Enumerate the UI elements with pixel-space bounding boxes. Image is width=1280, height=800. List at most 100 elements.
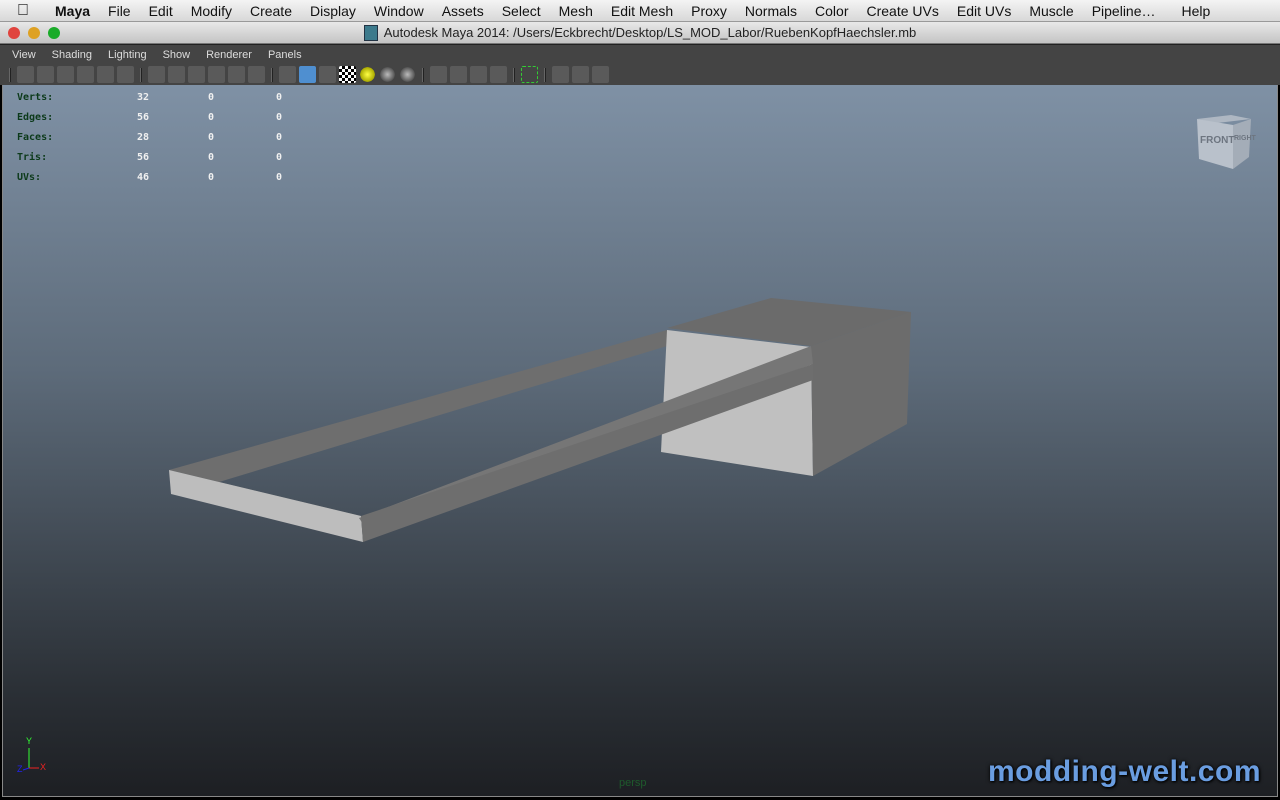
hud-label: Edges: (17, 111, 54, 123)
hud-value: 0 (275, 131, 283, 143)
viewcube[interactable]: FRONT RIGHT (1187, 107, 1259, 175)
hud-row: Faces: 28 0 0 (17, 127, 313, 147)
hud-row: Verts: 32 0 0 (17, 87, 313, 107)
image-plane-icon[interactable] (77, 66, 94, 83)
hud-value: 0 (207, 151, 215, 163)
panel-menu-renderer[interactable]: Renderer (198, 49, 260, 61)
xray-active-icon[interactable] (572, 66, 589, 83)
hud-value: 0 (207, 111, 215, 123)
menu-help[interactable]: Help (1173, 3, 1220, 19)
camera-tools-icon[interactable] (37, 66, 54, 83)
shadows-icon[interactable] (379, 66, 396, 83)
mac-menubar:  Maya File Edit Modify Create Display W… (0, 0, 1280, 22)
axis-z-label: Z (17, 764, 23, 774)
hud-value: 46 (136, 171, 150, 183)
hud-value: 0 (207, 131, 215, 143)
menu-display[interactable]: Display (301, 3, 365, 19)
hud-row: Tris: 56 0 0 (17, 147, 313, 167)
default-lights-icon[interactable] (359, 66, 376, 83)
hud-value: 32 (136, 91, 150, 103)
hud-value: 0 (275, 111, 283, 123)
hud-value: 56 (136, 111, 150, 123)
menu-normals[interactable]: Normals (736, 3, 806, 19)
camera-attributes-icon[interactable] (17, 66, 34, 83)
motion-blur-icon[interactable] (430, 66, 447, 83)
close-button[interactable] (8, 27, 20, 39)
depth-of-field-icon[interactable] (470, 66, 487, 83)
menu-window[interactable]: Window (365, 3, 433, 19)
wireframe-on-shaded-icon[interactable] (319, 66, 336, 83)
perspective-viewport[interactable]: Verts: 32 0 0 Edges: 56 0 0 Faces: 28 0 0 Tris: 56 0 0 U… (2, 85, 1278, 797)
hud-label: Verts: (17, 91, 54, 103)
toolbar-separator (9, 67, 11, 82)
grease-pencil-icon[interactable] (117, 66, 134, 83)
toolbar-separator (271, 67, 273, 82)
camera-name-label: persp (619, 777, 647, 789)
viewcube-right-label[interactable]: RIGHT (1234, 135, 1256, 142)
anti-aliasing-icon[interactable] (450, 66, 467, 83)
panel-menu-shading[interactable]: Shading (44, 49, 100, 61)
wireframe-icon[interactable] (279, 66, 296, 83)
axis-indicator: Y X Z (15, 736, 51, 780)
minimize-button[interactable] (28, 27, 40, 39)
panel-menu-view[interactable]: View (4, 49, 44, 61)
textured-icon[interactable] (339, 66, 356, 83)
grid-icon[interactable] (148, 66, 165, 83)
screen-space-ao-icon[interactable] (399, 66, 416, 83)
menu-pipeline[interactable]: Pipeline… (1083, 3, 1165, 19)
menu-create-uvs[interactable]: Create UVs (858, 3, 948, 19)
hud-label: Faces: (17, 131, 54, 143)
hud-row: Edges: 56 0 0 (17, 107, 313, 127)
menu-maya[interactable]: Maya (46, 3, 99, 19)
zoom-button[interactable] (48, 27, 60, 39)
menu-mesh[interactable]: Mesh (550, 3, 602, 19)
window-title: Autodesk Maya 2014: /Users/Eckbrecht/Des… (383, 25, 917, 40)
bookmarks-icon[interactable] (57, 66, 74, 83)
menu-create[interactable]: Create (241, 3, 301, 19)
menu-edit[interactable]: Edit (140, 3, 182, 19)
panel-menu-show[interactable]: Show (155, 49, 199, 61)
menu-edit-uvs[interactable]: Edit UVs (948, 3, 1020, 19)
resolution-gate-icon[interactable] (188, 66, 205, 83)
2d-pan-zoom-icon[interactable] (97, 66, 114, 83)
menu-modify[interactable]: Modify (182, 3, 241, 19)
menu-assets[interactable]: Assets (433, 3, 493, 19)
field-chart-icon[interactable] (228, 66, 245, 83)
axis-y-label: Y (26, 736, 33, 746)
watermark: modding-welt.com (988, 755, 1261, 788)
menu-proxy[interactable]: Proxy (682, 3, 736, 19)
panel-menubar: View Shading Lighting Show Renderer Pane… (0, 44, 1280, 64)
menu-color[interactable]: Color (806, 3, 857, 19)
hud-row: UVs: 46 0 0 (17, 167, 313, 187)
menu-edit-mesh[interactable]: Edit Mesh (602, 3, 682, 19)
viewcube-front-label[interactable]: FRONT (1200, 135, 1234, 146)
xray-joints-icon[interactable] (552, 66, 569, 83)
window-titlebar: Autodesk Maya 2014: /Users/Eckbrecht/Des… (0, 22, 1280, 44)
panel-menu-lighting[interactable]: Lighting (100, 49, 155, 61)
hud-value: 28 (136, 131, 150, 143)
menu-file[interactable]: File (99, 3, 140, 19)
hud-value: 0 (275, 151, 283, 163)
xray-icon[interactable] (490, 66, 507, 83)
hud-value: 0 (207, 91, 215, 103)
panel-menu-panels[interactable]: Panels (260, 49, 310, 61)
toolbar-separator (140, 67, 142, 82)
toolbar-separator (513, 67, 515, 82)
menu-select[interactable]: Select (493, 3, 550, 19)
toolbar-separator (422, 67, 424, 82)
bar-front-face (169, 470, 363, 542)
apple-menu-icon[interactable]:  (0, 2, 46, 20)
isolate-select-icon[interactable] (521, 66, 538, 83)
poly-count-hud: Verts: 32 0 0 Edges: 56 0 0 Faces: 28 0 0 Tris: 56 0 0 U… (17, 87, 313, 187)
safe-action-icon[interactable] (248, 66, 265, 83)
hud-value: 0 (275, 91, 283, 103)
scene-geometry (169, 298, 911, 542)
symmetry-icon[interactable] (592, 66, 609, 83)
gate-mask-icon[interactable] (208, 66, 225, 83)
smooth-shade-icon[interactable] (299, 66, 316, 83)
hud-value: 0 (207, 171, 215, 183)
panel-toolbar (0, 64, 1280, 85)
film-gate-icon[interactable] (168, 66, 185, 83)
menu-muscle[interactable]: Muscle (1020, 3, 1082, 19)
hud-label: Tris: (17, 151, 48, 163)
